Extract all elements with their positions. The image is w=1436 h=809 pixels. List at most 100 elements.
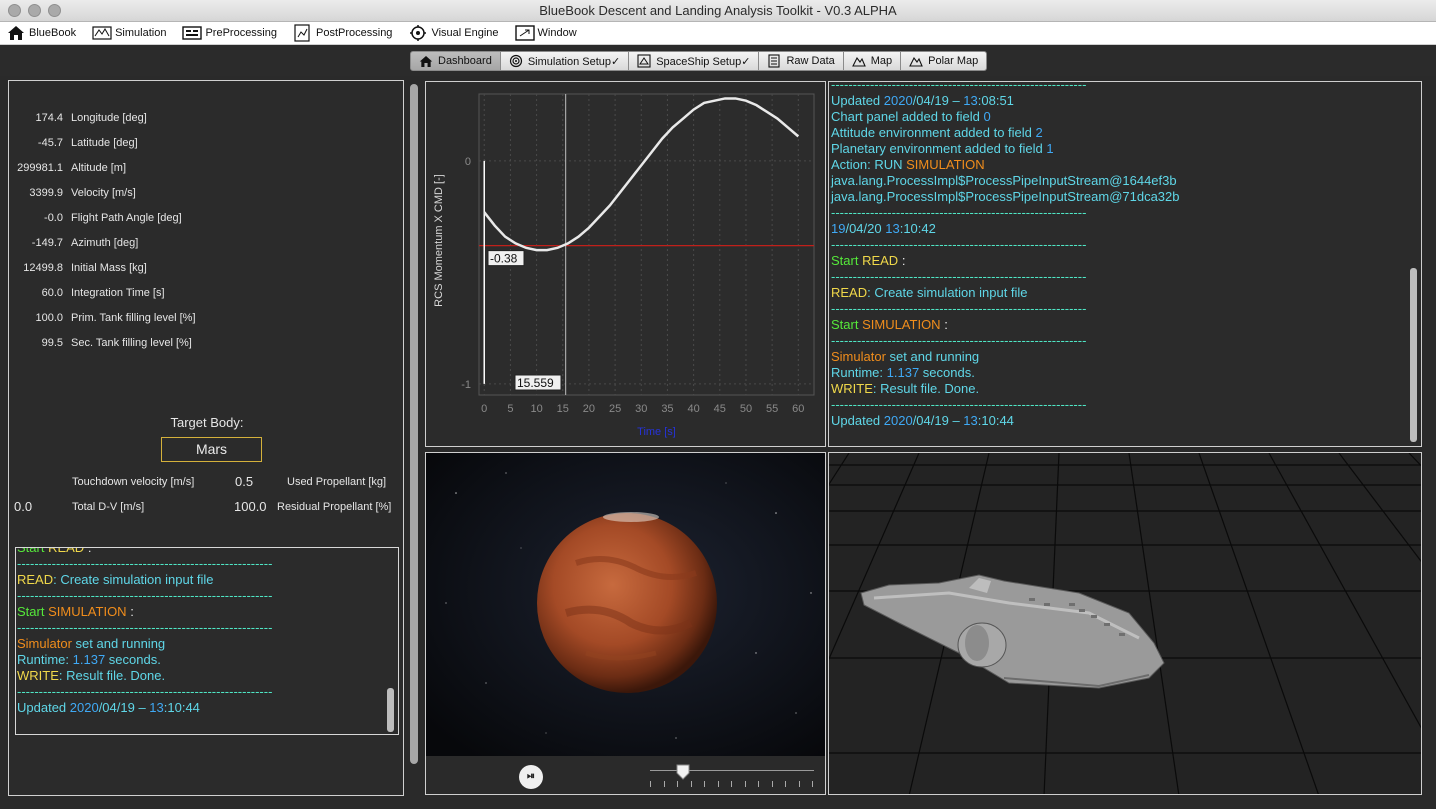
- right-log-segment: 2: [1035, 125, 1043, 140]
- x-tick-label: 25: [609, 403, 621, 415]
- right-log-segment: set and running: [885, 349, 980, 364]
- home-icon: [6, 25, 26, 42]
- left-log-line: Updated 2020/04/19 – 13:10:44: [17, 700, 357, 716]
- left-console-log[interactable]: Start READ : ----------------------------…: [15, 547, 399, 735]
- home-icon: [419, 54, 433, 68]
- param-value: -0.0: [44, 211, 63, 224]
- left-panel-scrollbar[interactable]: [408, 80, 420, 796]
- play-pause-button[interactable]: ⏯: [519, 765, 543, 789]
- tab-raw-data[interactable]: Raw Data: [759, 51, 844, 71]
- parameter-list: 174.4 Longitude [deg] -45.7 Latitude [deg] 2…: [9, 105, 389, 355]
- right-log-line: READ: Create simulation input file: [831, 285, 1391, 301]
- right-log-segment: 19: [831, 221, 846, 236]
- param-row: -45.7 Latitude [deg]: [9, 130, 389, 155]
- slider-tick: [704, 781, 705, 787]
- right-log-line: Chart panel added to field 0: [831, 109, 1391, 125]
- left-log-line: ----------------------------------------…: [17, 556, 357, 572]
- param-label: Longitude [deg]: [71, 111, 147, 124]
- tab-polar-map[interactable]: Polar Map: [901, 51, 988, 71]
- spaceship-view[interactable]: [828, 452, 1422, 795]
- right-log-segment: : Create simulation input file: [867, 285, 1028, 300]
- right-log-segment: 2020: [883, 93, 913, 108]
- right-log-segment: /04/19 –: [912, 413, 964, 428]
- left-log-segment: /04/19 –: [98, 700, 150, 715]
- right-log-line: Action: RUN SIMULATION: [831, 157, 1391, 173]
- left-console-scrollbar[interactable]: [387, 688, 394, 732]
- right-log-segment: Attitude environment added to field: [831, 125, 1036, 140]
- right-log-segment: READ: [831, 285, 868, 300]
- left-log-segment: Start: [17, 604, 49, 619]
- tab-map[interactable]: Map: [843, 51, 902, 71]
- menu-preprocessing-label: PreProcessing: [205, 27, 277, 39]
- right-log-segment: Start: [831, 317, 863, 332]
- chart-panel[interactable]: 0 5 10 15 20 25 30 35 40 45 50 55 60 0 -1 -0.38 15.559 Ti…: [425, 81, 826, 447]
- tab-dashboard[interactable]: Dashboard: [410, 51, 501, 71]
- timeline-slider[interactable]: [650, 770, 814, 771]
- right-log-line: ----------------------------------------…: [831, 301, 1391, 317]
- target-body-field[interactable]: Mars: [161, 437, 262, 462]
- x-tick-label: 50: [740, 403, 752, 415]
- left-log-line: WRITE: Result file. Done.: [17, 668, 357, 684]
- right-log-line: ----------------------------------------…: [831, 269, 1391, 285]
- simulation-icon: [92, 25, 112, 42]
- right-log-segment: WRITE: [831, 381, 873, 396]
- tab-raw-data-label: Raw Data: [786, 55, 835, 67]
- used-propellant-label: Used Propellant [kg]: [287, 476, 387, 488]
- right-log-line: Updated 2020/04/19 – 13:08:51: [831, 93, 1391, 109]
- menu-preprocessing[interactable]: PreProcessing: [182, 22, 277, 45]
- x-tick-label: 35: [661, 403, 673, 415]
- left-log-segment: ----------------------------------------…: [17, 556, 273, 571]
- param-label: Azimuth [deg]: [71, 236, 139, 249]
- tab-spaceship-setup[interactable]: SpaceShip Setup✓: [629, 51, 760, 71]
- map-icon: [851, 54, 866, 68]
- right-log-segment: java.lang.ProcessImpl$ProcessPipeInputSt…: [831, 173, 1177, 188]
- x-tick-label: 40: [687, 403, 699, 415]
- right-log-line: ----------------------------------------…: [831, 333, 1391, 349]
- right-log-segment: :08:51: [977, 93, 1014, 108]
- param-label: Altitude [m]: [71, 161, 127, 174]
- y-axis-label: RCS Momentum X CMD [-]: [433, 174, 445, 307]
- menu-window-label: Window: [537, 27, 577, 39]
- menu-bluebook[interactable]: BlueBook: [6, 22, 76, 45]
- timeline-slider-thumb[interactable]: [676, 764, 690, 780]
- menu-postprocessing[interactable]: PostProcessing: [293, 22, 392, 45]
- left-log-segment: READ: [17, 572, 54, 587]
- left-log-line: ----------------------------------------…: [17, 684, 357, 700]
- slider-tick: [744, 781, 746, 787]
- right-log-segment: 13: [963, 413, 978, 428]
- right-console-log[interactable]: ----------------------------------------…: [828, 81, 1422, 447]
- left-log-segment: set and running: [71, 636, 166, 651]
- tab-simulation-setup[interactable]: Simulation Setup✓: [500, 51, 630, 71]
- slider-tick: [650, 781, 651, 787]
- left-log-segment: Simulator: [17, 636, 72, 651]
- menu-simulation[interactable]: Simulation: [92, 22, 166, 45]
- param-value: 12499.8: [23, 261, 63, 274]
- postprocessing-icon: [293, 24, 313, 42]
- spaceship-3d-render: [829, 453, 1421, 794]
- right-log-line: java.lang.ProcessImpl$ProcessPipeInputSt…: [831, 173, 1391, 189]
- left-panel-scrollbar-thumb[interactable]: [410, 84, 418, 764]
- left-log-line: Simulator set and running: [17, 636, 357, 652]
- param-value: 60.0: [41, 286, 63, 299]
- left-log-segment: Start: [17, 547, 49, 555]
- right-log-segment: READ: [862, 253, 899, 268]
- planet-view[interactable]: ⏯: [425, 452, 826, 795]
- slider-tick: [690, 781, 692, 787]
- param-label: Initial Mass [kg]: [71, 261, 147, 274]
- right-log-segment: ----------------------------------------…: [831, 269, 1087, 284]
- param-row: 299981.1 Altitude [m]: [9, 155, 389, 180]
- tab-map-label: Map: [870, 55, 893, 67]
- right-log-line: java.lang.ProcessImpl$ProcessPipeInputSt…: [831, 189, 1391, 205]
- left-log-segment: 2020: [69, 700, 99, 715]
- right-log-segment: Start: [831, 253, 863, 268]
- right-log-segment: SIMULATION: [906, 157, 985, 172]
- right-log-line: Planetary environment added to field 1: [831, 141, 1391, 157]
- right-console-text: ----------------------------------------…: [831, 82, 1391, 429]
- menu-visual-engine[interactable]: Visual Engine: [408, 22, 499, 45]
- left-log-segment: READ: [48, 547, 85, 555]
- right-log-segment: Planetary environment added to field: [831, 141, 1047, 156]
- right-log-segment: Chart panel added to field: [831, 109, 984, 124]
- menu-window[interactable]: Window: [514, 22, 577, 45]
- momentum-chart[interactable]: 0 5 10 15 20 25 30 35 40 45 50 55 60 0 -1 -0.38 15.559 Ti…: [426, 82, 826, 447]
- right-console-scrollbar[interactable]: [1410, 268, 1417, 442]
